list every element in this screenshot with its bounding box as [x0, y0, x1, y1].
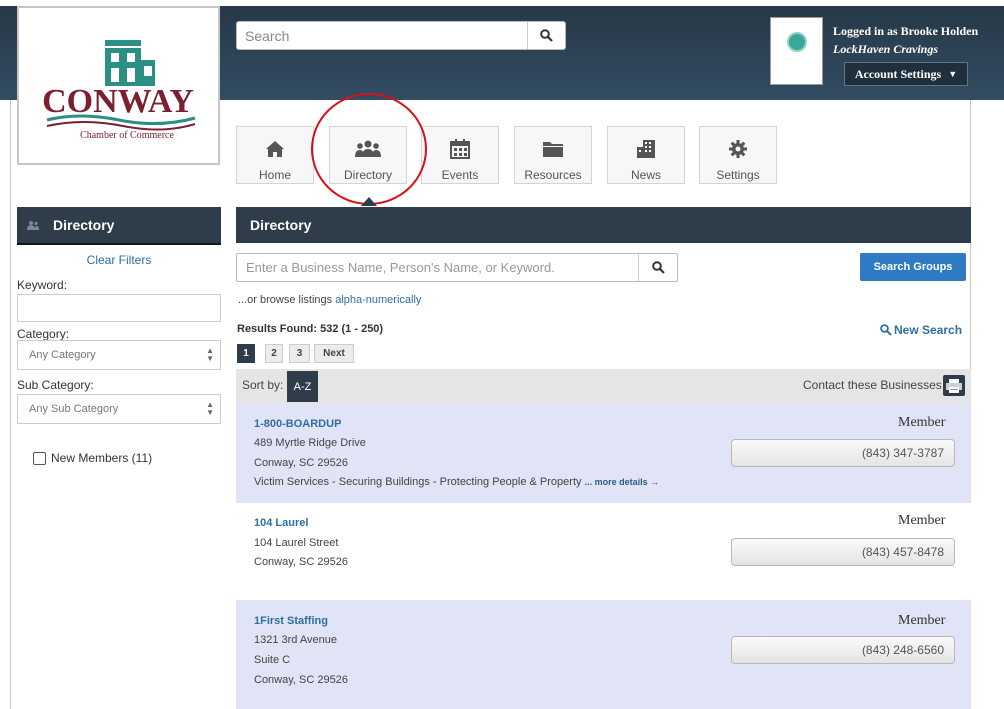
caret-down-icon: ▼	[948, 69, 958, 79]
next-page-button[interactable]: Next	[314, 344, 354, 363]
nav-resources[interactable]: Resources	[514, 126, 592, 184]
phone-button[interactable]: (843) 248-6560	[731, 636, 955, 664]
building-icon	[637, 140, 655, 158]
nav-settings-label: Settings	[716, 168, 760, 182]
nav-settings[interactable]: Settings	[699, 126, 777, 184]
new-search-label: New Search	[894, 323, 963, 337]
directory-search-button[interactable]	[638, 254, 677, 281]
nav-home[interactable]: Home	[236, 126, 314, 184]
sort-az-button[interactable]: A-Z	[287, 371, 318, 402]
gear-icon	[729, 140, 747, 158]
page-3-button[interactable]: 3	[289, 344, 310, 363]
active-nav-pointer	[361, 197, 377, 206]
new-search-link[interactable]: New Search	[880, 323, 962, 337]
listing-suite: Suite C	[254, 654, 291, 666]
category-select-value: Any Category	[29, 349, 96, 361]
sidebar-title: Directory	[53, 217, 115, 233]
logo-main-text: CONWAY	[42, 83, 194, 120]
nav-resources-label: Resources	[524, 168, 582, 182]
listing-name-link[interactable]: 1First Staffing	[254, 615, 328, 627]
listing-name-link[interactable]: 104 Laurel	[254, 517, 308, 529]
listing-city: Conway, SC 29526	[254, 556, 348, 568]
people-icon	[27, 221, 39, 230]
page-2-button[interactable]: 2	[265, 344, 283, 363]
select-arrows-icon: ▲ ▼	[206, 346, 214, 363]
listing-card: 1-800-BOARDUP 489 Myrtle Ridge Drive Con…	[236, 404, 971, 503]
account-info: Logged in as Brooke Holden LockHaven Cra…	[833, 22, 983, 58]
alpha-numeric-link[interactable]: alpha-numerically	[335, 294, 421, 306]
conway-logo-icon: CONWAY Chamber of Commerce	[42, 40, 196, 141]
membership-badge: Member	[898, 415, 946, 430]
main-title: Directory	[250, 217, 312, 233]
search-groups-button[interactable]: Search Groups	[860, 253, 966, 281]
subcategory-select[interactable]: Any Sub Category ▲ ▼	[17, 394, 221, 424]
site-search-button[interactable]	[527, 22, 565, 49]
site-search	[236, 21, 566, 50]
people-icon	[355, 140, 381, 157]
listing-name-link[interactable]: 1-800-BOARDUP	[254, 418, 341, 430]
directory-search	[236, 253, 678, 282]
business-name: LockHaven Cravings	[833, 42, 938, 56]
nav-news-label: News	[630, 168, 661, 182]
more-details-link[interactable]: ... more details →	[585, 477, 660, 487]
clear-filters-link[interactable]: Clear Filters	[17, 253, 221, 267]
subcategory-label: Sub Category:	[17, 378, 94, 392]
printer-icon	[946, 378, 962, 393]
home-icon	[266, 141, 284, 157]
chamber-logo[interactable]: CONWAY Chamber of Commerce	[17, 6, 220, 165]
browse-text: ...or browse listings alpha-numerically	[238, 294, 421, 306]
listing-address: 104 Laurel Street	[254, 537, 339, 549]
contact-businesses-label: Contact these Businesses	[803, 378, 942, 392]
folder-icon	[543, 142, 563, 157]
select-arrows-icon: ▲ ▼	[206, 400, 214, 417]
page-1-button[interactable]: 1	[237, 344, 255, 363]
phone-button[interactable]: (843) 347-3787	[731, 439, 955, 467]
contact-businesses-button[interactable]	[943, 375, 965, 396]
account-settings-label: Account Settings	[854, 66, 942, 81]
main-header: Directory	[236, 207, 971, 243]
listing-card: 1First Staffing 1321 3rd Avenue Suite C …	[236, 600, 971, 709]
category-label: Category:	[17, 327, 70, 341]
keyword-label: Keyword:	[17, 278, 68, 292]
sidebar-header: Directory	[17, 207, 221, 245]
nav-news[interactable]: News	[607, 126, 685, 184]
new-members-filter[interactable]: New Members (11)	[33, 451, 152, 465]
business-avatar[interactable]	[770, 17, 823, 85]
page-frame-left	[10, 0, 11, 709]
nav-home-label: Home	[258, 168, 291, 182]
new-members-label: New Members (11)	[51, 451, 153, 465]
listing-city: Conway, SC 29526	[254, 457, 348, 469]
membership-badge: Member	[898, 513, 946, 528]
category-select[interactable]: Any Category ▲ ▼	[17, 340, 221, 370]
new-members-checkbox[interactable]	[33, 451, 46, 465]
search-icon	[540, 29, 553, 42]
nav-directory-label: Directory	[343, 168, 392, 182]
listing-card: 104 Laurel 104 Laurel Street Conway, SC …	[236, 503, 971, 600]
sort-by-label: Sort by:	[242, 378, 284, 392]
results-count: Results Found: 532 (1 - 250)	[237, 323, 384, 335]
directory-search-input[interactable]	[237, 254, 645, 281]
calendar-icon	[450, 139, 470, 159]
nav-events[interactable]: Events	[421, 126, 499, 184]
search-icon	[651, 261, 665, 274]
account-settings-button[interactable]: Account Settings ▼	[844, 62, 968, 86]
logged-in-label: Logged in as Brooke Holden	[833, 24, 979, 38]
listing-description-text: Victim Services - Securing Buildings - P…	[254, 476, 582, 488]
business-logo-icon	[786, 32, 807, 52]
site-search-input[interactable]	[237, 22, 538, 49]
phone-button[interactable]: (843) 457-8478	[731, 538, 955, 566]
subcategory-select-value: Any Sub Category	[29, 403, 119, 415]
membership-badge: Member	[898, 613, 946, 628]
logo-sub-text: Chamber of Commerce	[80, 130, 174, 141]
browse-prefix: ...or browse listings	[238, 294, 336, 306]
search-icon	[880, 324, 892, 336]
listing-city: Conway, SC 29526	[254, 674, 348, 686]
listing-address: 489 Myrtle Ridge Drive	[254, 437, 366, 449]
keyword-input[interactable]	[17, 294, 221, 322]
listing-address: 1321 3rd Avenue	[254, 634, 337, 646]
nav-events-label: Events	[441, 168, 479, 182]
listing-description: Victim Services - Securing Buildings - P…	[254, 476, 659, 488]
nav-directory[interactable]: Directory	[329, 126, 407, 184]
